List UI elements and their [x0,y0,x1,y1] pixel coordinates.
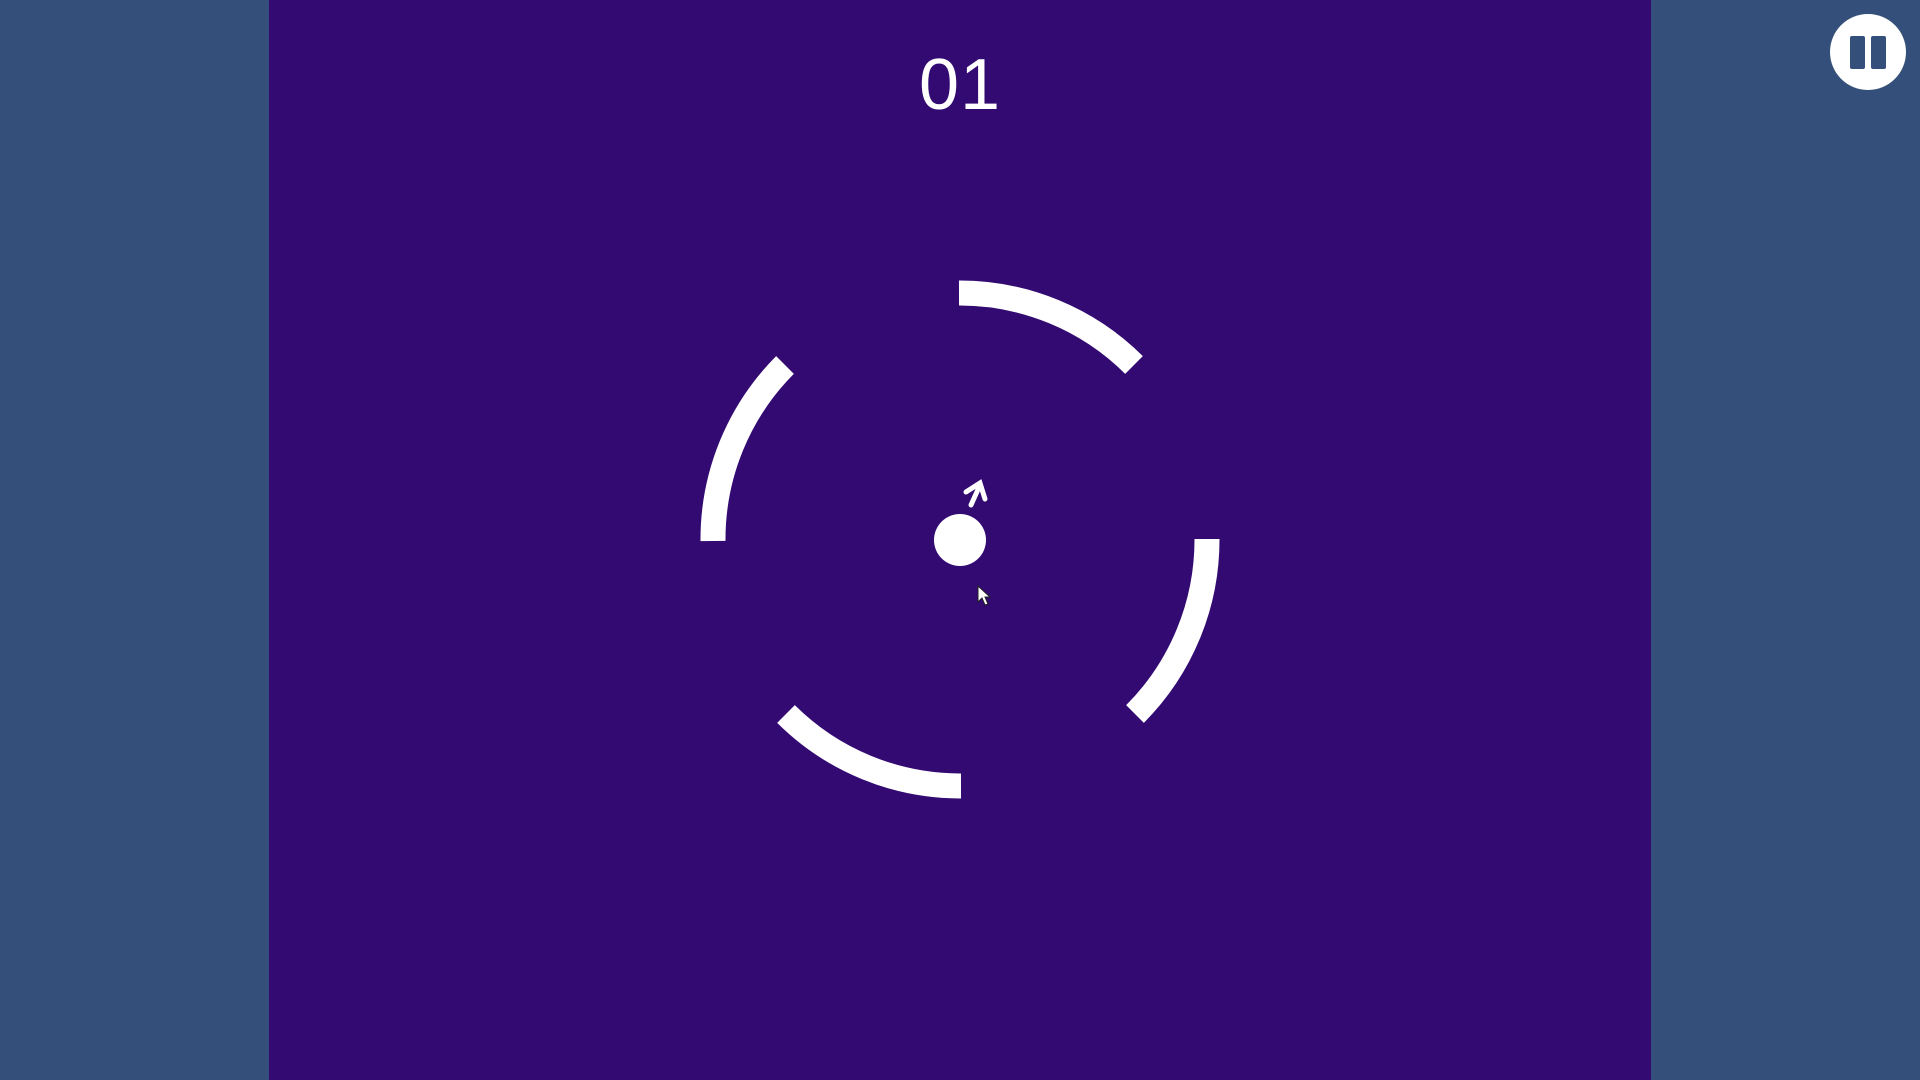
pause-icon-bar-right [1871,36,1886,69]
ring-segment-bottom-left [777,705,962,799]
ring-segment-left [700,356,794,542]
direction-arrow-icon [963,479,988,508]
ring-segment-right [1126,538,1220,723]
player-ball [934,514,986,566]
pause-icon-bar-left [1850,36,1865,69]
game-board [700,280,1220,799]
ring-segment-top-right [958,280,1143,374]
game-screen: 01 [0,0,1920,1080]
mouse-cursor-icon [977,584,992,606]
pause-button[interactable] [1830,14,1906,90]
